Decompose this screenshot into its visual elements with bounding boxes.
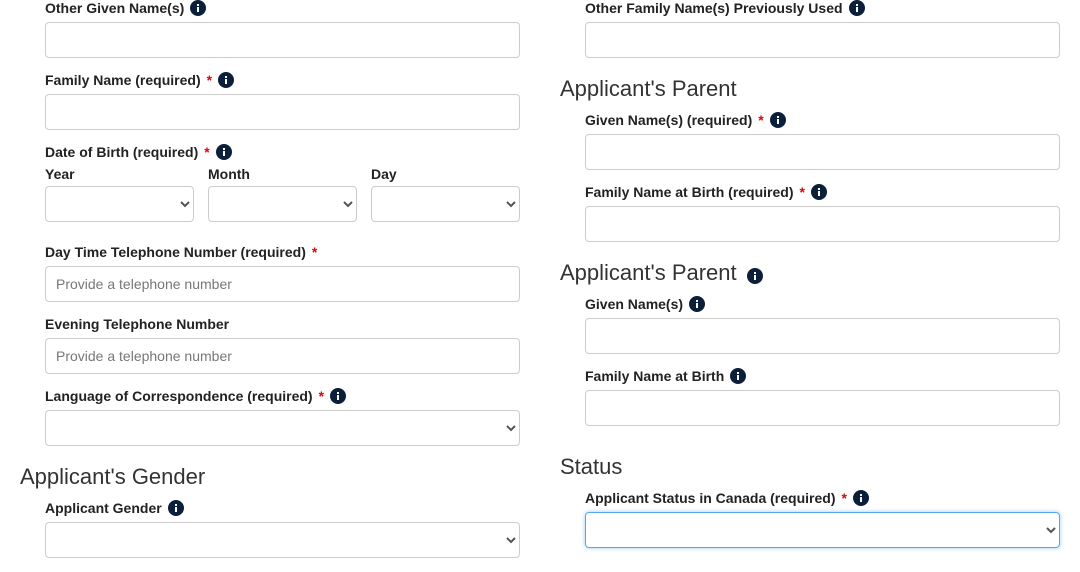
status-section-title: Status (560, 454, 1060, 480)
info-icon[interactable] (216, 144, 232, 160)
info-icon[interactable] (689, 296, 705, 312)
other-family-names-group: Other Family Name(s) Previously Used (585, 0, 1060, 58)
day-select[interactable] (371, 186, 520, 222)
info-icon[interactable] (190, 0, 206, 16)
info-icon[interactable] (330, 388, 346, 404)
info-icon[interactable] (811, 184, 827, 200)
info-icon[interactable] (730, 368, 746, 384)
required-asterisk: * (841, 490, 846, 506)
required-asterisk: * (319, 388, 324, 404)
other-given-names-label: Other Given Name(s) (45, 0, 184, 16)
gender-label: Applicant Gender (45, 500, 162, 516)
required-asterisk: * (312, 244, 317, 260)
gender-group: Applicant Gender (45, 500, 520, 558)
month-label: Month (208, 166, 357, 182)
gender-select[interactable] (45, 522, 520, 558)
parent1-family-group: Family Name at Birth (required) * (585, 184, 1060, 242)
day-label: Day (371, 166, 520, 182)
parent2-family-field[interactable] (585, 390, 1060, 426)
parent1-given-label: Given Name(s) (required) (585, 112, 752, 128)
parent2-family-group: Family Name at Birth (585, 368, 1060, 426)
other-family-names-label: Other Family Name(s) Previously Used (585, 0, 843, 16)
gender-section-title: Applicant's Gender (20, 464, 520, 490)
month-select[interactable] (208, 186, 357, 222)
parent1-section-title: Applicant's Parent (560, 76, 1060, 102)
parent1-family-label: Family Name at Birth (required) (585, 184, 794, 200)
day-phone-field[interactable] (45, 266, 520, 302)
info-icon[interactable] (849, 0, 865, 16)
required-asterisk: * (204, 144, 209, 160)
status-select[interactable] (585, 512, 1060, 548)
info-icon[interactable] (853, 490, 869, 506)
info-icon[interactable] (770, 112, 786, 128)
day-phone-group: Day Time Telephone Number (required) * (45, 244, 520, 302)
parent2-given-field[interactable] (585, 318, 1060, 354)
required-asterisk: * (800, 184, 805, 200)
parent2-section-title: Applicant's Parent (560, 260, 1060, 286)
language-label: Language of Correspondence (required) (45, 388, 313, 404)
year-label: Year (45, 166, 194, 182)
dob-group: Date of Birth (required) * Year Month (45, 144, 520, 222)
info-icon[interactable] (168, 500, 184, 516)
parent1-given-group: Given Name(s) (required) * (585, 112, 1060, 170)
other-family-names-field[interactable] (585, 22, 1060, 58)
status-label: Applicant Status in Canada (required) (585, 490, 835, 506)
parent1-given-field[interactable] (585, 134, 1060, 170)
evening-phone-label: Evening Telephone Number (45, 316, 229, 332)
info-icon[interactable] (218, 72, 234, 88)
other-given-names-field[interactable] (45, 22, 520, 58)
required-asterisk: * (758, 112, 763, 128)
family-name-field[interactable] (45, 94, 520, 130)
parent2-given-label: Given Name(s) (585, 296, 683, 312)
status-group: Applicant Status in Canada (required) * (585, 490, 1060, 548)
other-given-names-group: Other Given Name(s) (45, 0, 520, 58)
language-select[interactable] (45, 410, 520, 446)
parent2-family-label: Family Name at Birth (585, 368, 724, 384)
family-name-group: Family Name (required) * (45, 72, 520, 130)
evening-phone-group: Evening Telephone Number (45, 316, 520, 374)
evening-phone-field[interactable] (45, 338, 520, 374)
year-select[interactable] (45, 186, 194, 222)
language-group: Language of Correspondence (required) * (45, 388, 520, 446)
parent1-family-field[interactable] (585, 206, 1060, 242)
day-phone-label: Day Time Telephone Number (required) (45, 244, 306, 260)
required-asterisk: * (207, 72, 212, 88)
parent2-section-text: Applicant's Parent (560, 260, 737, 285)
info-icon[interactable] (747, 268, 763, 284)
parent2-given-group: Given Name(s) (585, 296, 1060, 354)
family-name-label: Family Name (required) (45, 72, 201, 88)
dob-label: Date of Birth (required) (45, 144, 198, 160)
